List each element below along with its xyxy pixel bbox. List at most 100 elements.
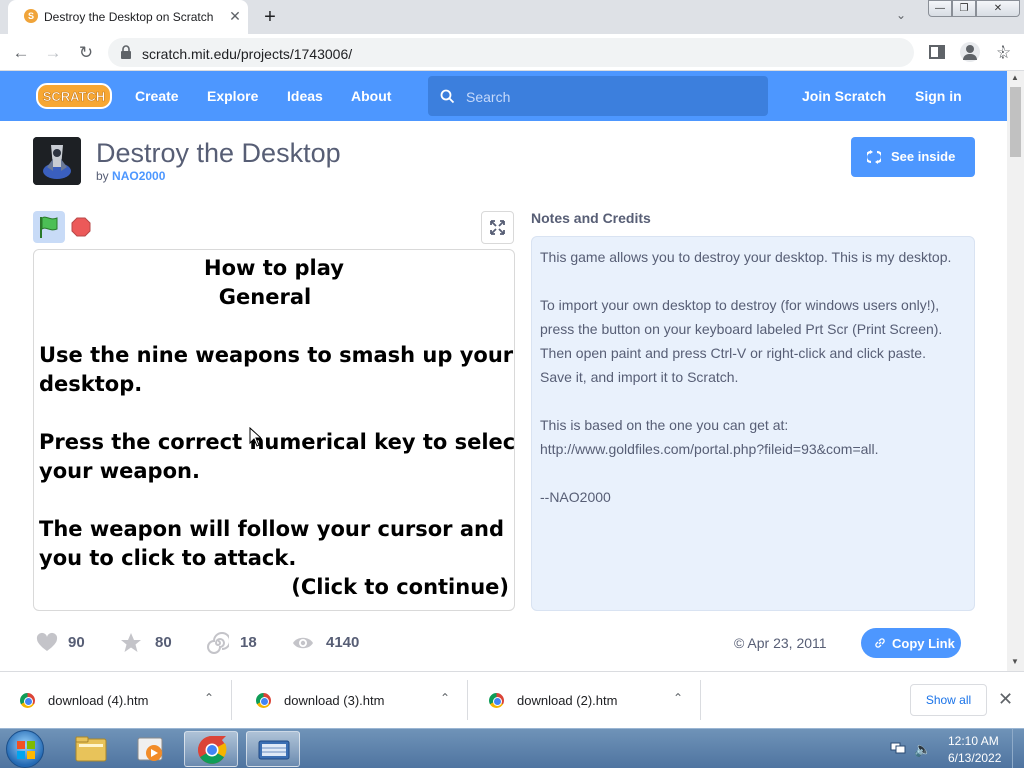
show-desktop-button[interactable]	[1012, 729, 1024, 768]
see-inside-button[interactable]: See inside	[851, 137, 975, 177]
tab-title: Destroy the Desktop on Scratch	[44, 10, 214, 24]
star-icon	[121, 633, 141, 652]
side-panel-icon[interactable]	[929, 45, 945, 59]
download-item[interactable]: download (3).htm ⌃	[236, 680, 468, 720]
eye-icon	[293, 637, 313, 649]
download-filename: download (3).htm	[284, 693, 385, 708]
project-stage[interactable]: How to play General Use the nine weapons…	[33, 249, 515, 611]
page-scrollbar[interactable]: ▲ ▼	[1007, 71, 1024, 671]
scratch-logo[interactable]: SCRATCH	[36, 83, 112, 109]
notes-signature: --NAO2000	[540, 489, 611, 505]
join-scratch-link[interactable]: Join Scratch	[802, 88, 886, 104]
download-item[interactable]: download (2).htm ⌃	[469, 680, 701, 720]
stage-text-line: Use the nine weapons to smash up your	[39, 343, 514, 367]
window-restore-button[interactable]: ❐	[952, 0, 976, 17]
windows-taskbar: 🔈 12:10 AM 6/13/2022	[0, 728, 1024, 768]
forward-arrow-icon[interactable]: →	[42, 42, 64, 64]
file-explorer-icon[interactable]	[64, 731, 118, 767]
notes-paragraph: To import your own desktop to destroy (f…	[540, 297, 943, 385]
window-close-button[interactable]: ✕	[976, 0, 1020, 17]
project-byline: by NAO2000	[96, 169, 165, 183]
keyboard-app-icon[interactable]	[246, 731, 300, 767]
remix-icon	[207, 632, 229, 654]
project-thumbnail[interactable]	[33, 137, 81, 185]
chevron-up-icon[interactable]: ⌃	[204, 691, 214, 705]
copy-link-button[interactable]: Copy Link	[861, 628, 961, 658]
link-icon	[875, 638, 885, 648]
nav-ideas[interactable]: Ideas	[287, 88, 323, 104]
new-tab-button[interactable]: +	[258, 6, 282, 28]
svg-text:SCRATCH: SCRATCH	[43, 89, 106, 104]
search-input[interactable]: Search	[428, 76, 768, 116]
show-all-button[interactable]: Show all	[910, 684, 987, 716]
green-flag-icon	[40, 216, 58, 238]
notes-text: This game allows you to destroy your des…	[540, 245, 960, 509]
address-bar[interactable]: scratch.mit.edu/projects/1743006/ ⇪ ☆	[108, 38, 1011, 67]
mouse-cursor-icon	[249, 427, 261, 447]
lock-icon[interactable]	[120, 45, 132, 59]
shared-date: © Apr 23, 2011	[734, 635, 827, 651]
chevron-up-icon[interactable]: ⌃	[440, 691, 450, 705]
remix-stat: 18	[207, 632, 267, 654]
start-button[interactable]	[6, 730, 44, 768]
chrome-icon	[20, 693, 35, 708]
stage-text-line: Press the correct numerical key to selec…	[39, 430, 515, 454]
stage-text-line: The weapon will follow your cursor and	[39, 517, 505, 541]
browser-menu-icon[interactable]: ⋮	[995, 42, 1011, 62]
chrome-taskbar-icon[interactable]	[184, 731, 238, 767]
url-text[interactable]: scratch.mit.edu/projects/1743006/	[142, 46, 352, 62]
chrome-icon	[256, 693, 271, 708]
download-filename: download (4).htm	[48, 693, 149, 708]
network-icon[interactable]	[890, 741, 906, 755]
nav-about[interactable]: About	[351, 88, 391, 104]
window-minimize-button[interactable]: —	[928, 0, 952, 17]
stage-subheading: General	[218, 285, 312, 309]
project-title: Destroy the Desktop	[96, 138, 341, 168]
close-icon[interactable]: ✕	[998, 689, 1013, 710]
love-stat[interactable]: 90	[36, 632, 96, 654]
heart-icon	[36, 632, 58, 651]
reload-icon[interactable]: ↻	[75, 42, 97, 64]
scroll-down-arrow-icon[interactable]: ▼	[1011, 657, 1019, 666]
download-shelf: download (4).htm ⌃ download (3).htm ⌃ do…	[0, 671, 1024, 728]
back-arrow-icon[interactable]: ←	[10, 42, 32, 64]
notes-paragraph: This is based on the one you can get at:…	[540, 417, 879, 457]
scratch-favicon-icon: S	[24, 9, 38, 23]
stop-icon[interactable]	[71, 217, 91, 237]
stage-heading: How to play	[204, 256, 344, 280]
notes-paragraph: This game allows you to destroy your des…	[540, 249, 952, 265]
by-label: by	[96, 169, 109, 183]
see-inside-label: See inside	[891, 149, 956, 164]
scroll-up-arrow-icon[interactable]: ▲	[1011, 73, 1019, 82]
green-flag-button[interactable]	[33, 211, 65, 243]
see-inside-icon	[867, 150, 881, 164]
stage-text-line: desktop.	[39, 372, 143, 396]
stage-text-line: your weapon.	[39, 459, 200, 483]
download-item[interactable]: download (4).htm ⌃	[0, 680, 232, 720]
click-to-continue[interactable]: (Click to continue)	[291, 575, 509, 599]
view-count: 4140	[326, 634, 360, 651]
scroll-thumb[interactable]	[1010, 87, 1021, 157]
search-icon	[440, 89, 455, 104]
media-player-icon[interactable]	[124, 731, 178, 767]
fullscreen-button[interactable]	[481, 211, 514, 244]
volume-icon[interactable]: 🔈	[914, 741, 931, 758]
nav-explore[interactable]: Explore	[207, 88, 258, 104]
rocket-icon	[33, 137, 81, 185]
sign-in-link[interactable]: Sign in	[915, 88, 962, 104]
clock-date[interactable]: 6/13/2022	[948, 751, 1001, 765]
browser-tab-strip: S Destroy the Desktop on Scratch ✕ + ⌄ —…	[0, 0, 1024, 34]
favorite-count: 80	[155, 634, 172, 651]
tab-search-chevron-icon[interactable]: ⌄	[896, 8, 906, 22]
clock-time[interactable]: 12:10 AM	[948, 734, 999, 748]
browser-tab[interactable]: S Destroy the Desktop on Scratch ✕	[8, 0, 248, 34]
author-link[interactable]: NAO2000	[112, 169, 165, 183]
nav-create[interactable]: Create	[135, 88, 179, 104]
profile-icon[interactable]	[960, 42, 980, 62]
tab-close-icon[interactable]: ✕	[226, 7, 244, 25]
chevron-up-icon[interactable]: ⌃	[673, 691, 683, 705]
fullscreen-icon	[490, 220, 505, 235]
love-count: 90	[68, 634, 85, 651]
remix-count: 18	[240, 634, 257, 651]
favorite-stat[interactable]: 80	[120, 632, 180, 654]
